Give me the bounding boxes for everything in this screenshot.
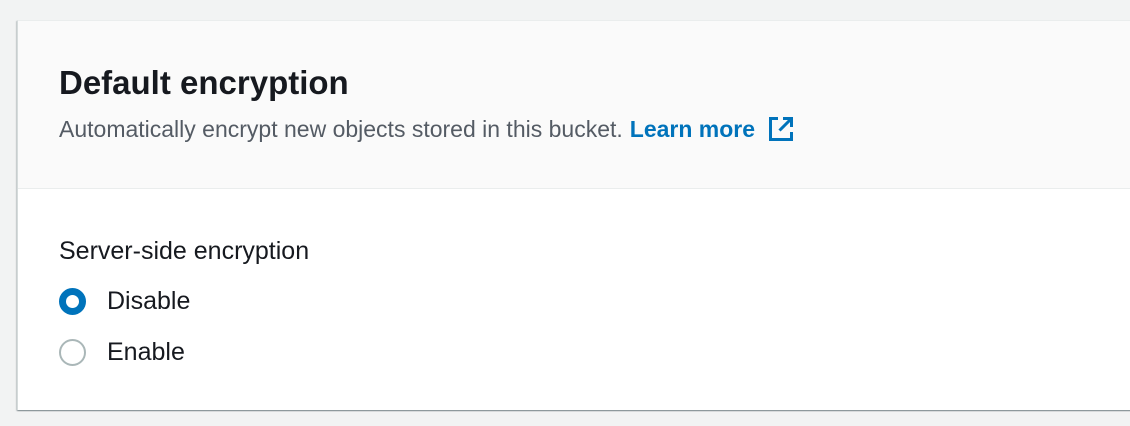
external-link-icon bbox=[767, 115, 795, 143]
panel-header: Default encryption Automatically encrypt… bbox=[18, 21, 1130, 189]
radio-disable-checked[interactable] bbox=[59, 287, 86, 315]
default-encryption-panel: Default encryption Automatically encrypt… bbox=[17, 20, 1130, 410]
panel-title: Default encryption bbox=[59, 64, 349, 101]
server-side-encryption-label: Server-side encryption bbox=[59, 237, 310, 265]
radio-option-disable[interactable]: Disable bbox=[59, 286, 190, 316]
panel-description: Automatically encrypt new objects stored… bbox=[59, 115, 795, 143]
description-text: Automatically encrypt new objects stored… bbox=[59, 116, 623, 142]
learn-more-link[interactable]: Learn more bbox=[630, 115, 795, 143]
panel-body: Server-side encryption Disable Enable bbox=[18, 189, 1130, 410]
radio-option-enable[interactable]: Enable bbox=[59, 337, 185, 367]
radio-enable-label: Enable bbox=[107, 338, 185, 366]
radio-disable-label: Disable bbox=[107, 287, 191, 315]
learn-more-label: Learn more bbox=[629, 116, 756, 142]
radio-enable-unchecked[interactable] bbox=[59, 338, 86, 366]
